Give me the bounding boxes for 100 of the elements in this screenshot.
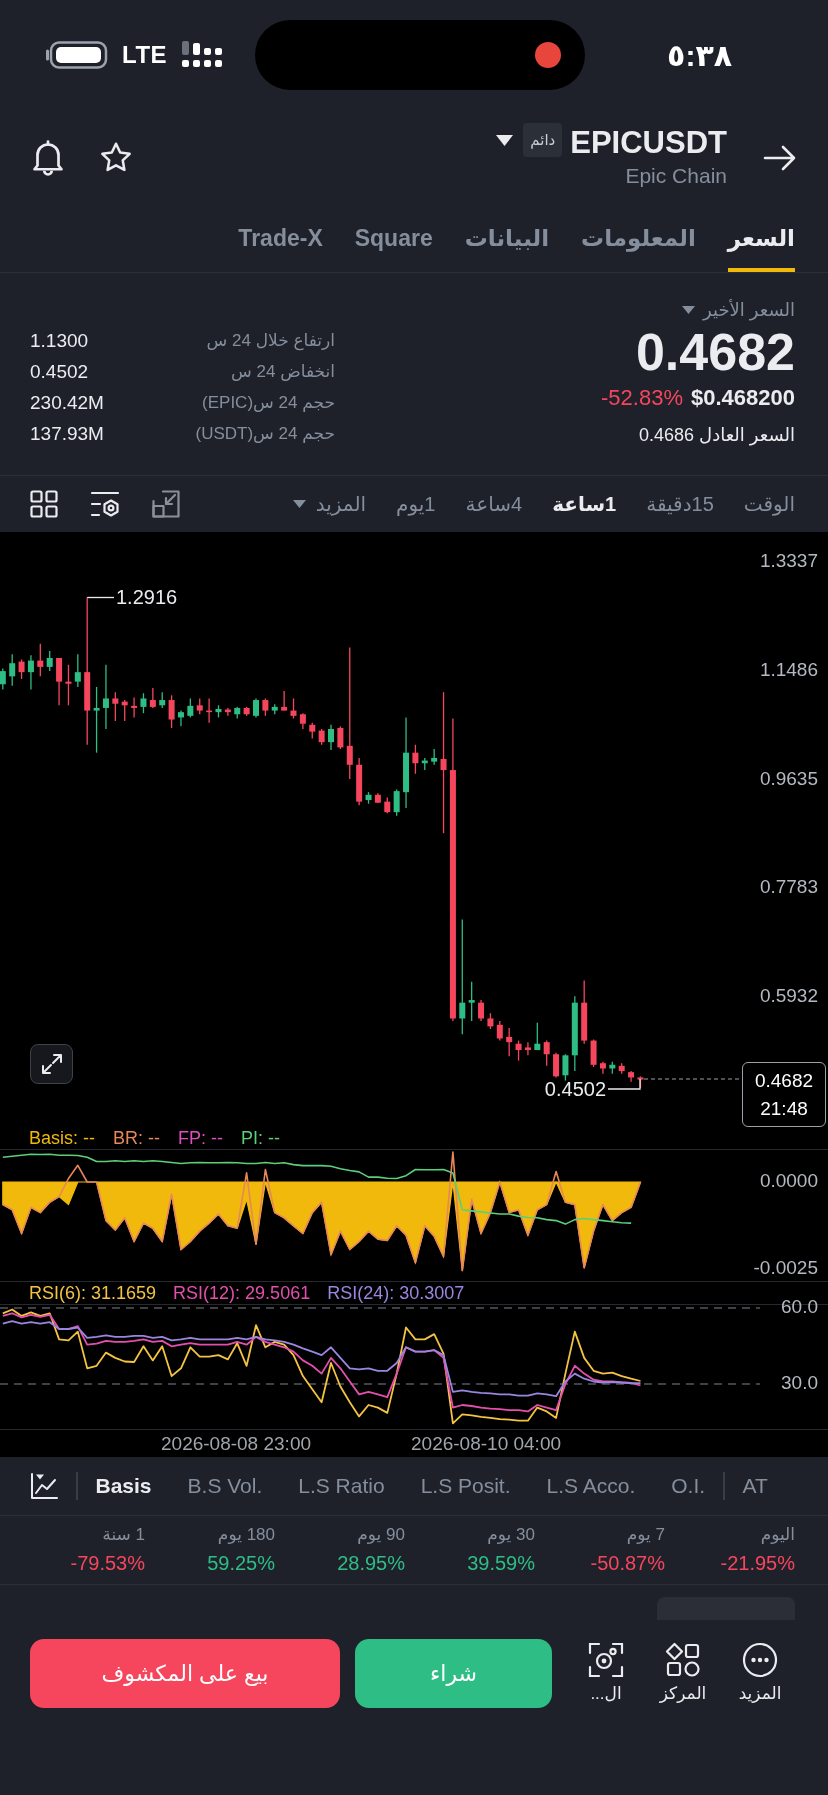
candlestick [253, 697, 259, 719]
candlestick [431, 748, 438, 766]
indicator-tab[interactable]: O.I. [671, 1472, 706, 1500]
candlestick [468, 981, 475, 1022]
candlestick [543, 1039, 550, 1067]
candlestick [46, 650, 53, 672]
fair-price: السعر العادل 0.4686 [639, 424, 795, 448]
collapse-icon[interactable] [152, 490, 180, 518]
candlestick [196, 697, 203, 715]
candlestick [281, 690, 288, 712]
period-change: -50.87% [590, 1551, 665, 1576]
page-tab[interactable]: Square [354, 224, 433, 272]
caret-icon[interactable] [496, 135, 514, 146]
symbol-title[interactable]: EPICUSDT [570, 124, 727, 161]
back-button[interactable] [763, 143, 797, 172]
coin-name: Epic Chain [625, 162, 727, 189]
axis-label: 30.0 [781, 1372, 818, 1393]
high-price-label: 1.2916 [116, 586, 178, 609]
candlestick [149, 687, 156, 709]
stat-label: حجم 24 س(EPIC) [202, 392, 335, 413]
candlestick [309, 722, 316, 740]
chart-icon[interactable] [30, 1472, 58, 1500]
candlestick [0, 667, 6, 691]
candlestick [74, 653, 81, 688]
status-time: ٥:٣٨ [667, 37, 732, 73]
indicator-tab[interactable]: AT [742, 1472, 768, 1500]
candlestick [159, 691, 166, 709]
last-price-dropdown[interactable]: السعر الأخير [682, 297, 795, 323]
low-price-label: 0.4502 [544, 1078, 606, 1101]
candlestick [9, 653, 16, 687]
price-axis-label: 1.3337 [759, 550, 818, 571]
bell-icon[interactable] [30, 137, 66, 178]
date-axis-label: 2026-08-10 04:00 [411, 1432, 562, 1455]
candlestick [37, 643, 44, 677]
leader-line [86, 596, 115, 599]
caret-icon [682, 306, 696, 314]
price-change: -52.83% [601, 384, 683, 412]
indicator-settings-icon[interactable] [90, 490, 120, 518]
timeframe-tab[interactable]: 15دقيقة [646, 490, 714, 518]
candlestick [56, 657, 63, 706]
indicator-tab[interactable]: Basis [95, 1472, 152, 1500]
period-label: 1 سنة [102, 1524, 145, 1546]
price-axis-label: 0.7783 [759, 876, 818, 898]
axis-label: -0.0025 [753, 1257, 818, 1278]
caret-icon [292, 500, 306, 508]
timeframe-tab[interactable]: 1يوم [396, 490, 436, 518]
timeframe-tab[interactable]: 1ساعة [552, 490, 617, 518]
candlestick [140, 692, 147, 714]
sell-button[interactable]: بيع على المكشوف [30, 1639, 340, 1708]
price-axis-label: 0.9635 [759, 767, 818, 789]
candlestick [102, 664, 109, 730]
timeframe-tab[interactable]: 4ساعة [465, 490, 523, 518]
candlestick [262, 697, 269, 717]
candlestick [131, 696, 138, 719]
stat-label: حجم 24 س(USDT) [195, 423, 335, 444]
fullscreen-button[interactable] [30, 1044, 73, 1084]
timeframe-tab[interactable]: الوقت [743, 490, 795, 518]
indicator-tab[interactable]: B.S Vol. [187, 1472, 263, 1500]
page-tab[interactable]: السعر [727, 224, 795, 272]
contract-badge: دائم [523, 123, 563, 157]
candlestick [328, 724, 334, 751]
nav-button[interactable]: المركز [653, 1639, 713, 1706]
signal-icon [181, 41, 224, 69]
candlestick [393, 788, 400, 817]
page-tab[interactable]: البيانات [464, 224, 550, 272]
page-tab[interactable]: المعلومات [581, 224, 696, 272]
candlestick [412, 744, 419, 775]
nav-button[interactable]: المزيد [730, 1639, 790, 1706]
legend-label: BR: -- [113, 1127, 160, 1149]
axis-label: 0.0000 [759, 1170, 818, 1191]
period-label: 30 يوم [487, 1524, 535, 1546]
candlestick [65, 664, 72, 706]
page-tab[interactable]: Trade-X [238, 224, 323, 272]
indicator-tab[interactable]: L.S Posit. [420, 1472, 511, 1500]
legend-label: FP: -- [178, 1127, 223, 1149]
stat-label: انخفاض 24 س [231, 361, 335, 382]
nav-button[interactable]: ال... [576, 1639, 636, 1706]
candlestick [581, 979, 588, 1045]
candlestick [243, 706, 250, 717]
period-label: 90 يوم [357, 1524, 405, 1546]
candlestick [384, 796, 391, 814]
candlestick [356, 757, 363, 806]
candlestick [121, 699, 128, 722]
candlestick [18, 658, 25, 680]
candlestick [487, 1012, 494, 1030]
axis-label: 60.0 [781, 1296, 818, 1317]
candlestick [206, 697, 213, 724]
period-label: اليوم [760, 1524, 795, 1546]
expand-icon [39, 1052, 64, 1076]
candlestick [215, 704, 222, 719]
more-icon [742, 1642, 778, 1678]
indicator-tab[interactable]: L.S Acco. [546, 1472, 636, 1500]
current-price-label: 0.4682 [754, 1068, 814, 1093]
candlestick [27, 654, 34, 691]
usd-price: $0.468200 [691, 384, 795, 412]
more-dropdown[interactable]: المزيد [292, 490, 367, 518]
price-axis-label: 1.1486 [759, 658, 818, 680]
grid-icon[interactable] [30, 490, 58, 518]
indicator-tab[interactable]: L.S Ratio [298, 1472, 385, 1500]
candlestick [515, 1039, 522, 1062]
